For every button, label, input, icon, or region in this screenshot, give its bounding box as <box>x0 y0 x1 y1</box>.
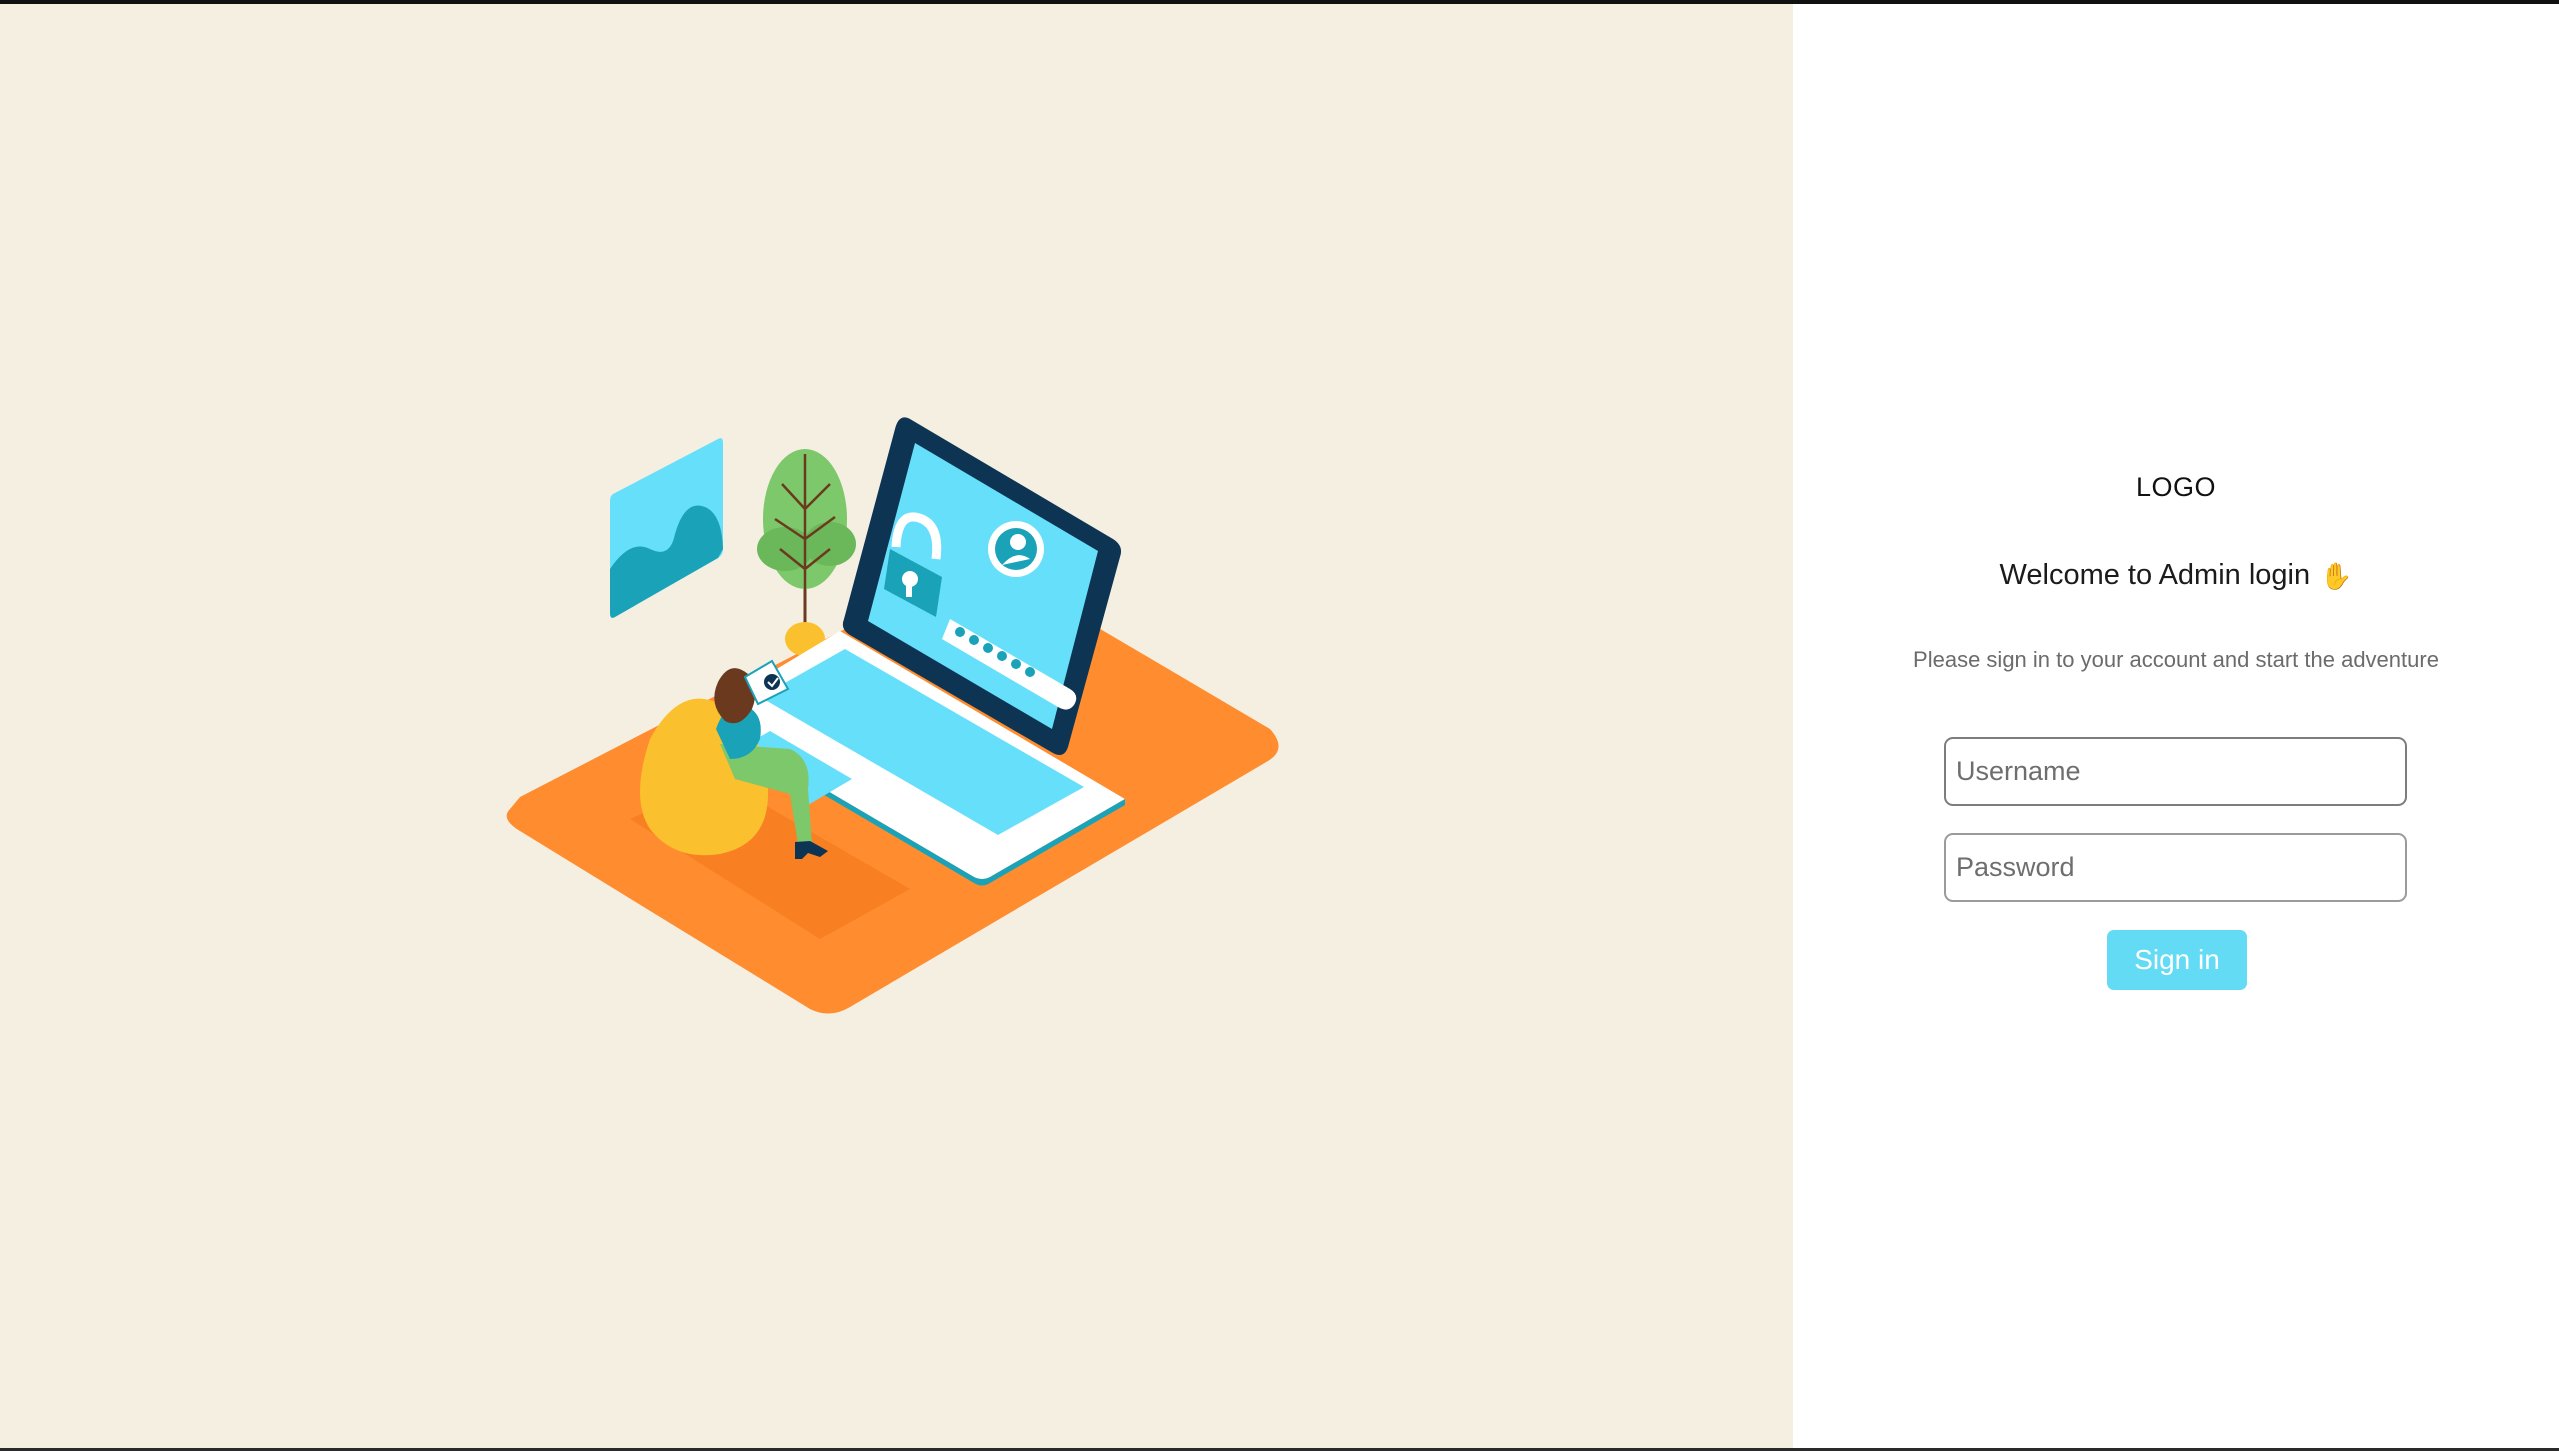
picture-frame-icon <box>610 438 723 618</box>
logo: LOGO <box>2135 472 2217 502</box>
username-input[interactable] <box>1944 737 2407 806</box>
login-illustration <box>506 417 1279 1014</box>
sign-in-button[interactable]: Sign in <box>2107 930 2247 990</box>
welcome-text: Welcome to Admin login <box>1999 559 2311 591</box>
plant-icon <box>757 449 856 656</box>
waving-hand-icon: ✋ <box>2320 560 2353 591</box>
login-subtitle: Please sign in to your account and start… <box>1913 647 2439 672</box>
illustration-panel <box>0 4 1793 1451</box>
login-panel: LOGO Welcome to Admin login ✋ Please sign… <box>1793 4 2559 1451</box>
welcome-heading: Welcome to Admin login ✋ <box>1793 559 2559 592</box>
password-input[interactable] <box>1944 833 2407 902</box>
